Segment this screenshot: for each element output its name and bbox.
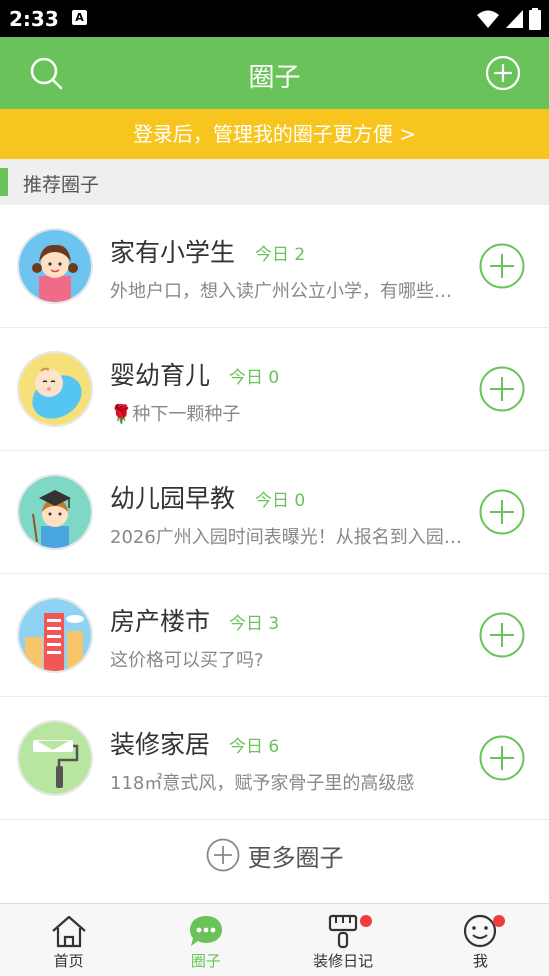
circle-name: 装修家居 <box>110 730 211 759</box>
plus-circle-icon[interactable] <box>485 55 521 91</box>
join-circle-button[interactable] <box>479 366 525 412</box>
nav-item-me[interactable]: 我 <box>412 904 549 976</box>
graduate-avatar <box>17 474 93 550</box>
section-accent-bar <box>0 168 8 196</box>
wifi-icon <box>477 10 499 28</box>
bottom-nav: 首页 圈子 装修日记 我 <box>0 903 549 976</box>
plus-circle-icon <box>206 838 239 872</box>
nav-label: 首页 <box>53 952 84 970</box>
schoolgirl-avatar <box>17 228 93 304</box>
circle-row[interactable]: 幼儿园早教 今日 0 2026广州入园时间表曝光！从报名到入园全攻略 <box>0 451 549 574</box>
circle-latest-post: 118㎡意式风，赋予家骨子里的高级感 <box>110 773 415 794</box>
circle-name: 婴幼育儿 <box>110 361 211 390</box>
battery-icon <box>529 8 541 30</box>
circle-name: 房产楼市 <box>110 607 211 636</box>
join-circle-button[interactable] <box>479 612 525 658</box>
circle-row[interactable]: 家有小学生 今日 2 外地户口，想入读广州公立小学，有哪些方法？ <box>0 205 549 328</box>
baby-avatar <box>17 351 93 427</box>
section-label: 推荐圈子 <box>23 174 100 196</box>
circle-row[interactable]: 房产楼市 今日 3 这价格可以买了吗? <box>0 574 549 697</box>
section-header: 推荐圈子 <box>0 159 549 205</box>
signal-icon <box>506 10 523 28</box>
status-time: 2:33 <box>9 7 59 31</box>
circle-today-count: 今日 0 <box>229 368 280 388</box>
circle-row[interactable]: 婴幼育儿 今日 0 🌹种下一颗种子 <box>0 328 549 451</box>
circle-today-count: 今日 3 <box>229 614 280 634</box>
login-banner[interactable]: 登录后，管理我的圈子更方便 > <box>0 109 549 159</box>
status-bar: 2:33 A <box>0 0 549 37</box>
circle-list: 家有小学生 今日 2 外地户口，想入读广州公立小学，有哪些方法？ 婴幼育儿 今日… <box>0 205 549 820</box>
paint-brush-icon <box>329 914 358 949</box>
circle-today-count: 今日 6 <box>229 737 280 757</box>
circle-latest-post: 外地户口，想入读广州公立小学，有哪些方法？ <box>110 281 465 302</box>
notification-a-icon: A <box>72 10 87 25</box>
app-screen: 2:33 A 圈子 登录后，管理我的圈子更方便 > 推荐圈子 家有小学生 今日 … <box>0 0 549 976</box>
circle-row[interactable]: 装修家居 今日 6 118㎡意式风，赋予家骨子里的高级感 <box>0 697 549 820</box>
page-title: 圈子 <box>248 63 301 93</box>
circle-latest-post: 🌹种下一颗种子 <box>110 404 241 425</box>
circle-name: 幼儿园早教 <box>110 484 236 513</box>
nav-item-circles[interactable]: 圈子 <box>137 904 274 976</box>
circle-today-count: 今日 2 <box>255 245 306 265</box>
more-circles-label: 更多圈子 <box>247 843 344 872</box>
paint-roller-avatar <box>17 720 93 796</box>
circle-latest-post: 2026广州入园时间表曝光！从报名到入园全攻略 <box>110 527 465 548</box>
home-icon <box>51 915 86 948</box>
circle-name: 家有小学生 <box>110 238 236 267</box>
join-circle-button[interactable] <box>479 243 525 289</box>
app-header: 圈子 <box>0 37 549 109</box>
nav-label: 圈子 <box>190 952 221 970</box>
chat-bubble-icon <box>189 916 222 946</box>
building-avatar <box>17 597 93 673</box>
circle-today-count: 今日 0 <box>255 491 306 511</box>
nav-label: 我 <box>472 952 488 970</box>
notification-badge <box>359 915 372 927</box>
nav-item-home[interactable]: 首页 <box>0 904 137 976</box>
nav-item-renovation-diary[interactable]: 装修日记 <box>275 904 412 976</box>
more-circles-button[interactable]: 更多圈子 <box>0 820 549 890</box>
join-circle-button[interactable] <box>479 735 525 781</box>
circle-latest-post: 这价格可以买了吗? <box>110 650 264 671</box>
nav-label: 装修日记 <box>313 952 374 970</box>
notification-badge <box>492 915 505 927</box>
join-circle-button[interactable] <box>479 489 525 535</box>
status-icons <box>477 8 541 30</box>
